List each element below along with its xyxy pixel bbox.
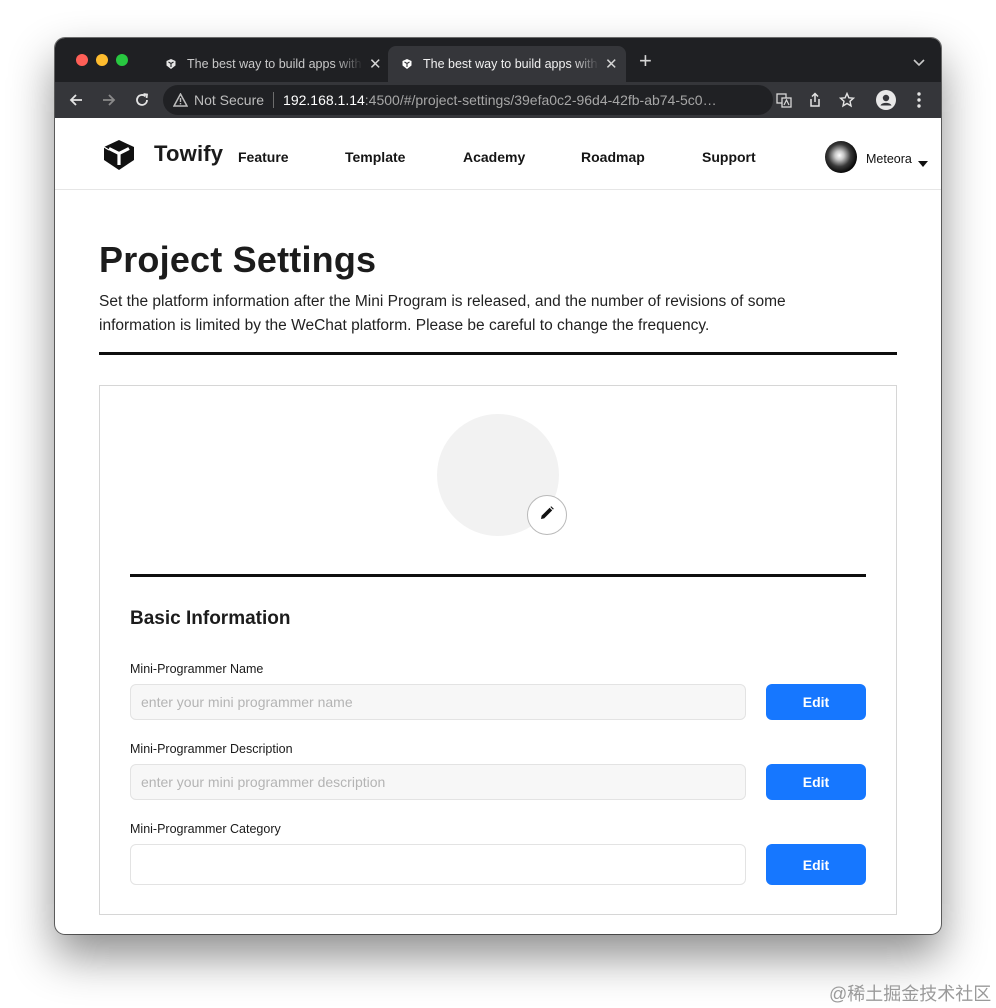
- towify-logo-icon[interactable]: [101, 138, 137, 177]
- browser-window: The best way to build apps with Towify ✕…: [55, 38, 941, 934]
- caret-down-icon[interactable]: [918, 154, 928, 172]
- page-title: Project Settings: [99, 239, 377, 280]
- more-vert-icon[interactable]: [908, 90, 930, 110]
- security-label[interactable]: Not Secure: [194, 92, 264, 108]
- minimize-window-button[interactable]: [96, 54, 108, 66]
- reload-icon[interactable]: [131, 90, 153, 110]
- plus-icon[interactable]: +: [639, 50, 652, 72]
- pencil-icon: [540, 505, 554, 525]
- edit-description-button[interactable]: Edit: [766, 764, 866, 800]
- forward-arrow-icon[interactable]: [98, 90, 120, 110]
- name-label: Mini-Programmer Name: [130, 662, 264, 676]
- category-label: Mini-Programmer Category: [130, 822, 281, 836]
- nav-support[interactable]: Support: [702, 149, 756, 165]
- close-icon[interactable]: ✕: [605, 55, 618, 73]
- url-text[interactable]: 192.168.1.14 :4500/#/project-settings/39…: [283, 92, 763, 108]
- nav-roadmap[interactable]: Roadmap: [581, 149, 645, 165]
- tab-strip: The best way to build apps with Towify ✕…: [55, 38, 941, 82]
- avatar[interactable]: [825, 141, 857, 173]
- description-input[interactable]: [130, 764, 746, 800]
- close-window-button[interactable]: [76, 54, 88, 66]
- tab-title: The best way to build apps with Towify: [187, 57, 363, 71]
- address-bar[interactable]: Not Secure 192.168.1.14 :4500/#/project-…: [163, 85, 773, 115]
- edit-image-button[interactable]: [527, 495, 567, 535]
- warning-icon[interactable]: [173, 93, 188, 107]
- nav-feature[interactable]: Feature: [238, 149, 289, 165]
- page-description: Set the platform information after the M…: [99, 293, 786, 334]
- name-input[interactable]: [130, 684, 746, 720]
- browser-tab-1[interactable]: The best way to build apps with Towify ✕: [152, 46, 382, 82]
- translate-icon[interactable]: [773, 90, 795, 110]
- url-host: 192.168.1.14: [283, 92, 365, 108]
- section-title: Basic Information: [130, 608, 291, 629]
- close-icon[interactable]: ✕: [369, 55, 382, 73]
- edit-name-button[interactable]: Edit: [766, 684, 866, 720]
- user-name[interactable]: Meteora: [866, 152, 912, 166]
- edit-category-button[interactable]: Edit: [766, 844, 866, 885]
- share-icon[interactable]: [804, 90, 826, 110]
- nav-template[interactable]: Template: [345, 149, 405, 165]
- divider: [130, 574, 866, 577]
- browser-toolbar: Not Secure 192.168.1.14 :4500/#/project-…: [55, 82, 941, 118]
- site-header: Towify Feature Template Academy Roadmap …: [55, 118, 941, 190]
- tab-title: The best way to build apps with Towify: [423, 57, 599, 71]
- separator: [273, 92, 275, 108]
- chevron-down-icon[interactable]: [913, 54, 925, 72]
- towify-favicon-icon: [164, 57, 178, 71]
- towify-favicon-icon: [400, 57, 414, 71]
- url-path: :4500/#/project-settings/39efa0c2-96d4-4…: [364, 92, 717, 108]
- back-arrow-icon[interactable]: [65, 90, 87, 110]
- nav-academy[interactable]: Academy: [463, 149, 525, 165]
- brand-name[interactable]: Towify: [154, 141, 223, 167]
- star-icon[interactable]: [836, 90, 858, 110]
- description-label: Mini-Programmer Description: [130, 742, 293, 756]
- browser-tab-2[interactable]: The best way to build apps with Towify ✕: [388, 46, 626, 82]
- settings-card: Basic Information Mini-Programmer Name E…: [99, 385, 897, 915]
- profile-icon[interactable]: [875, 90, 897, 110]
- watermark: @稀土掘金技术社区: [829, 984, 992, 1004]
- divider: [99, 352, 897, 355]
- zoom-window-button[interactable]: [116, 54, 128, 66]
- category-input[interactable]: [130, 844, 746, 885]
